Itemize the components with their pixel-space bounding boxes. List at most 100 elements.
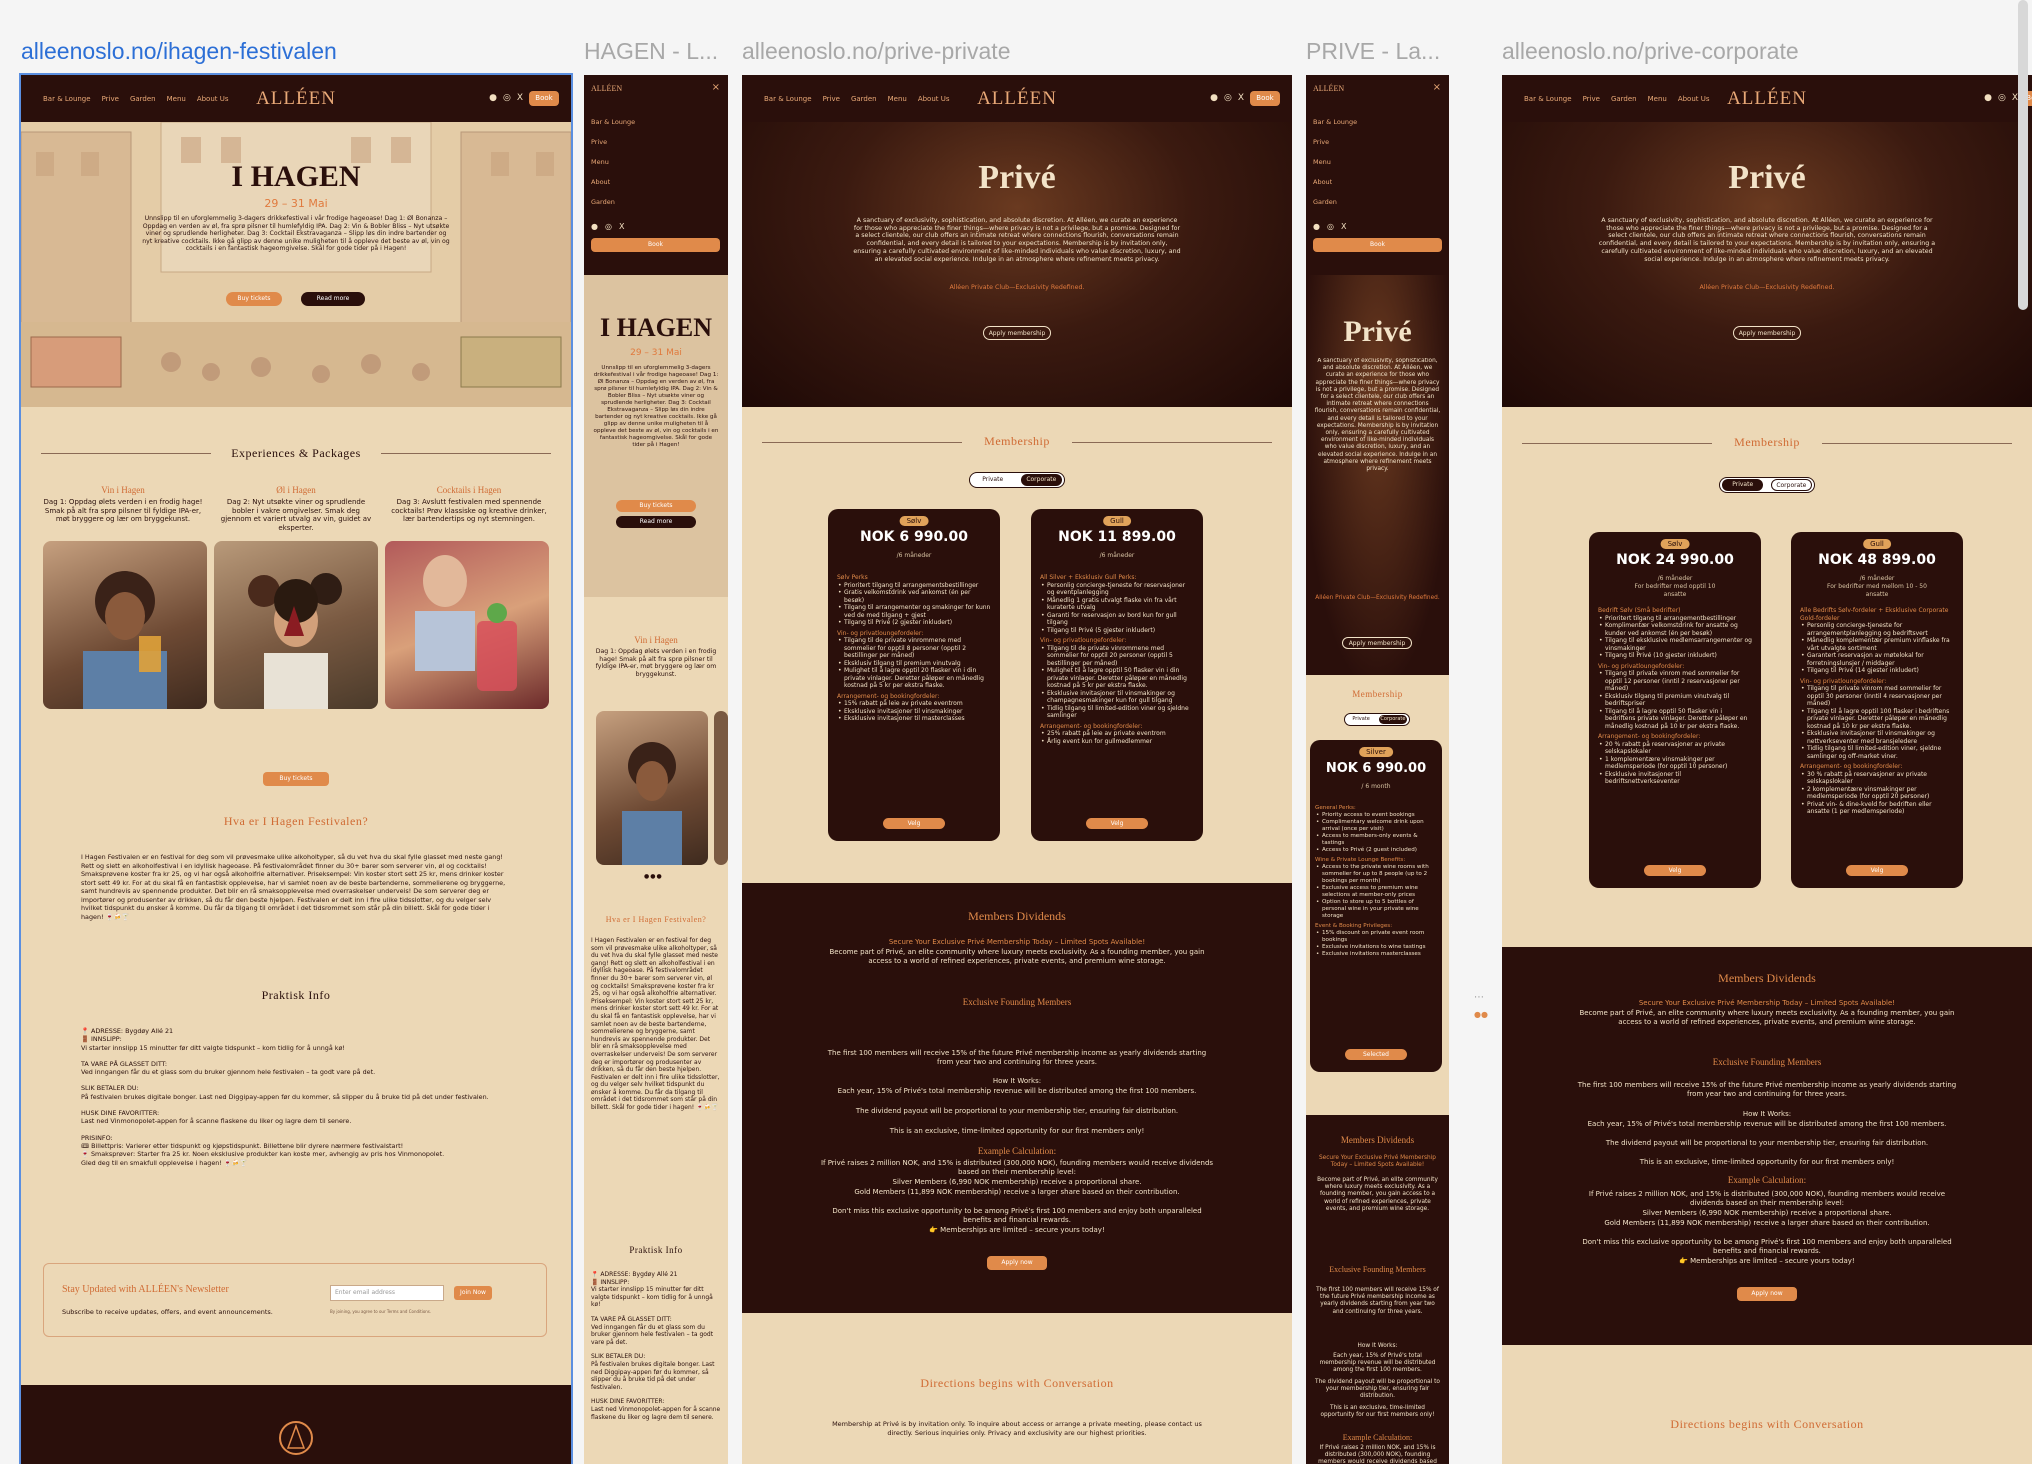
nav-link-bar[interactable]: Bar & Lounge (1524, 95, 1572, 103)
close-icon[interactable]: × (712, 82, 720, 93)
frame-label-hagen[interactable]: alleenoslo.no/ihagen-festivalen (21, 38, 337, 65)
package-text: Dag 1: Oppdag ølets verden i en frodig h… (43, 498, 203, 523)
more-options-icon[interactable]: ⋯ (1474, 992, 1484, 1003)
nav-link-menu[interactable]: Menu (1648, 95, 1667, 103)
apply-membership-button[interactable]: Apply membership (983, 326, 1051, 340)
x-icon[interactable]: X (517, 93, 523, 103)
buy-tickets-button-2[interactable]: Buy tickets (263, 772, 329, 786)
tab-private[interactable]: Private (1722, 479, 1764, 491)
mobile-link-prive[interactable]: Prive (1313, 132, 1357, 152)
perk-heading: Arrangement- og bookingfordeler: (1040, 722, 1143, 730)
instagram-icon[interactable]: ● (1210, 93, 1218, 103)
facebook-icon[interactable]: ◎ (1327, 222, 1334, 231)
select-corporate-silver-button[interactable]: Velg (1644, 865, 1706, 876)
canvas-scrollbar[interactable] (2018, 0, 2028, 310)
select-corporate-gold-button[interactable]: Velg (1846, 865, 1908, 876)
facebook-icon[interactable]: ◎ (1224, 93, 1232, 103)
nav-link-prive[interactable]: Prive (823, 95, 840, 103)
mobile-buy-button[interactable]: Buy tickets (616, 500, 696, 512)
close-icon[interactable]: × (1433, 82, 1441, 93)
x-icon[interactable]: X (1341, 222, 1346, 231)
x-icon[interactable]: X (1238, 93, 1244, 103)
nav-link-menu[interactable]: Menu (167, 95, 186, 103)
perk-item: Prioritert tilgang til arrangementsbesti… (837, 582, 991, 590)
x-icon[interactable]: X (619, 222, 624, 231)
nav-link-garden[interactable]: Garden (851, 95, 877, 103)
mobile-link-bar[interactable]: Bar & Lounge (591, 112, 635, 132)
facebook-icon[interactable]: ◎ (503, 93, 511, 103)
tab-corporate[interactable]: Corporate (1770, 479, 1812, 491)
book-button[interactable]: Book (529, 91, 559, 106)
tab-private[interactable]: Private (1347, 715, 1376, 724)
logo[interactable]: ALLÉEN (1727, 88, 1807, 110)
tier-period: /6 måneder (1657, 575, 1693, 582)
instagram-icon[interactable]: ● (489, 93, 497, 103)
nav-link-bar[interactable]: Bar & Lounge (43, 95, 91, 103)
mobile-prive-tagline: Alléen Private Club—Exclusivity Redefine… (1315, 595, 1440, 601)
nav-link-garden[interactable]: Garden (1611, 95, 1637, 103)
nav-link-about[interactable]: About Us (1678, 95, 1710, 103)
terms-text: By joining, you agree to our Terms and C… (330, 1309, 432, 1314)
mobile-link-garden[interactable]: Garden (1313, 192, 1357, 212)
mobile-read-more-button[interactable]: Read more (616, 516, 696, 528)
apply-now-button[interactable]: Apply now (1737, 1287, 1797, 1301)
mobile-link-bar[interactable]: Bar & Lounge (1313, 112, 1357, 132)
nav-link-prive[interactable]: Prive (1583, 95, 1600, 103)
book-button[interactable]: Book (1250, 91, 1280, 106)
nav-link-garden[interactable]: Garden (130, 95, 156, 103)
carousel-dots[interactable]: ●●● (644, 873, 663, 880)
mobile-prive-intro: A sanctuary of exclusivity, sophisticati… (1314, 358, 1441, 473)
nav-link-bar[interactable]: Bar & Lounge (764, 95, 812, 103)
logo[interactable]: ALLÉEN (977, 88, 1057, 110)
read-more-button[interactable]: Read more (301, 292, 365, 306)
select-silver-button[interactable]: Velg (883, 818, 945, 829)
facebook-icon[interactable]: ◎ (1998, 93, 2006, 103)
membership-toggle[interactable]: Private Corporate (1719, 477, 1815, 493)
instagram-icon[interactable]: ● (1313, 222, 1320, 231)
tab-corporate[interactable]: Corporate (1378, 715, 1407, 724)
selected-button[interactable]: Selected (1345, 1049, 1407, 1060)
mobile-founding-title: Exclusive Founding Members (1329, 1265, 1426, 1274)
mobile-link-prive[interactable]: Prive (591, 132, 635, 152)
mobile-link-garden[interactable]: Garden (591, 192, 635, 212)
apply-now-button[interactable]: Apply now (987, 1256, 1047, 1270)
frame-label-prive-mobile[interactable]: PRIVE - La... (1306, 38, 1440, 65)
mobile-link-menu[interactable]: Menu (591, 152, 635, 172)
package-vin: Vin i Hagen Dag 1: Oppdag ølets verden i … (43, 485, 203, 524)
mobile-apply-button[interactable]: Apply membership (1342, 637, 1412, 649)
mobile-book-button[interactable]: Book (1313, 238, 1442, 252)
instagram-icon[interactable]: ● (1984, 93, 1992, 103)
mobile-logo[interactable]: ALLÉEN (1313, 84, 1344, 93)
package-cocktails: Cocktails i Hagen Dag 3: Avslutt festival… (389, 485, 549, 524)
photo-beer-woman (43, 541, 207, 709)
perk-heading: Wine & Private Lounge Benefits: (1315, 857, 1406, 863)
nav-link-prive[interactable]: Prive (102, 95, 119, 103)
frame-label-prive-corporate[interactable]: alleenoslo.no/prive-corporate (1502, 38, 1799, 65)
prive-intro: A sanctuary of exclusivity, sophisticati… (1598, 217, 1936, 263)
mobile-link-menu[interactable]: Menu (1313, 152, 1357, 172)
nav-link-menu[interactable]: Menu (888, 95, 907, 103)
frame-label-prive-private[interactable]: alleenoslo.no/prive-private (742, 38, 1011, 65)
email-input[interactable]: Enter email address (330, 1285, 444, 1301)
mobile-link-about[interactable]: About (1313, 172, 1357, 192)
apply-membership-button[interactable]: Apply membership (1733, 326, 1801, 340)
tab-corporate[interactable]: Corporate (1020, 474, 1062, 486)
join-now-button[interactable]: Join Now (454, 1286, 492, 1300)
logo[interactable]: ALLÉEN (256, 88, 336, 110)
select-gold-button[interactable]: Velg (1086, 818, 1148, 829)
nav-link-about[interactable]: About Us (918, 95, 950, 103)
buy-tickets-button[interactable]: Buy tickets (226, 292, 282, 306)
pager-dots[interactable]: ●● (1474, 1010, 1488, 1019)
membership-toggle[interactable]: Private Corporate (969, 472, 1065, 488)
mobile-toggle[interactable]: Private Corporate (1344, 713, 1410, 726)
mobile-book-button[interactable]: Book (591, 238, 720, 252)
mobile-link-about[interactable]: About (591, 172, 635, 192)
frame-label-hagen-mobile[interactable]: HAGEN - L... (584, 38, 718, 65)
facebook-icon[interactable]: ◎ (605, 222, 612, 231)
mobile-logo[interactable]: ALLÉEN (591, 84, 622, 93)
tab-private[interactable]: Private (972, 474, 1014, 486)
example-item: Silver Members (6,990 NOK membership) re… (892, 1178, 1142, 1186)
instagram-icon[interactable]: ● (591, 222, 598, 231)
example-title: Example Calculation: (1727, 1175, 1807, 1185)
nav-link-about[interactable]: About Us (197, 95, 229, 103)
